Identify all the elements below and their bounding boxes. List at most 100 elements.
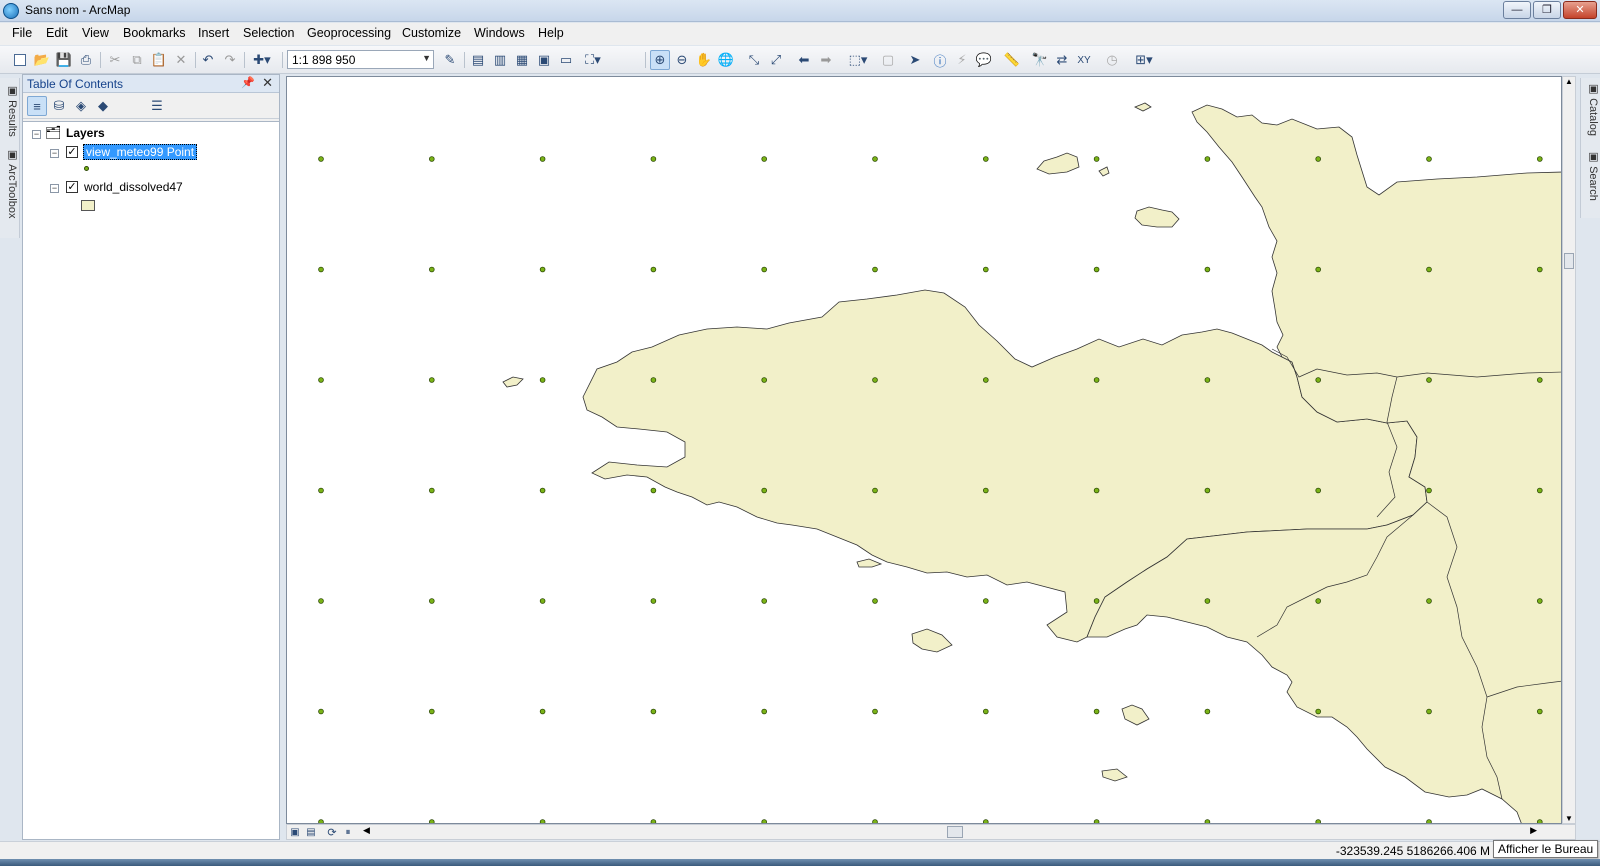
meteo-point[interactable] bbox=[539, 708, 546, 715]
map-vertical-scrollbar[interactable]: ▲ ▼ bbox=[1562, 76, 1576, 824]
meteo-point[interactable] bbox=[982, 708, 989, 715]
scroll-thumb[interactable] bbox=[1564, 253, 1574, 269]
meteo-point[interactable] bbox=[650, 266, 657, 273]
meteo-point[interactable] bbox=[429, 487, 435, 494]
meteo-point[interactable] bbox=[1426, 487, 1432, 494]
meteo-point[interactable] bbox=[1204, 377, 1211, 383]
model-builder-icon[interactable]: ⛶▾ bbox=[580, 50, 606, 70]
go-to-xy-icon[interactable]: XY bbox=[1074, 50, 1094, 70]
catalog-dock-tab[interactable]: ▣ Catalog bbox=[1582, 82, 1600, 136]
list-by-drawing-order-icon[interactable]: ≡ bbox=[27, 96, 47, 116]
meteo-point[interactable] bbox=[539, 156, 546, 162]
identify-icon[interactable]: ⓘ bbox=[930, 50, 950, 70]
layer-visibility-checkbox[interactable]: ✓ bbox=[66, 181, 78, 193]
pause-drawing-icon[interactable]: ⏸ bbox=[341, 825, 355, 839]
meteo-point[interactable] bbox=[1426, 598, 1432, 604]
collapse-layer-icon[interactable]: − bbox=[50, 149, 59, 158]
zoom-in-icon[interactable]: ⊕ bbox=[650, 50, 670, 70]
menu-windows[interactable]: Windows bbox=[474, 26, 525, 40]
horizontal-scroll-thumb[interactable] bbox=[947, 826, 963, 838]
pin-icon[interactable]: 📌 bbox=[241, 76, 255, 89]
arctoolbox-dock-tab[interactable]: ▣ ArcToolbox bbox=[1, 148, 19, 218]
measure-icon[interactable]: 📏 bbox=[1002, 50, 1022, 70]
meteo-point[interactable] bbox=[1204, 156, 1211, 162]
layer-name-view-meteo99[interactable]: view_meteo99 Point bbox=[83, 144, 198, 160]
meteo-point[interactable] bbox=[761, 266, 768, 273]
toc-options-icon[interactable]: ☰ bbox=[147, 96, 167, 116]
pan-icon[interactable]: ✋ bbox=[694, 50, 714, 70]
print-icon[interactable]: ⎙ bbox=[76, 50, 96, 70]
menu-insert[interactable]: Insert bbox=[198, 26, 229, 40]
polygon-symbol-icon[interactable] bbox=[81, 200, 95, 211]
meteo-point[interactable] bbox=[761, 598, 768, 604]
meteo-point[interactable] bbox=[872, 266, 878, 273]
meteo-point[interactable] bbox=[1537, 377, 1543, 383]
meteo-point[interactable] bbox=[1537, 266, 1543, 273]
meteo-point[interactable] bbox=[1093, 156, 1100, 162]
meteo-point[interactable] bbox=[318, 487, 324, 494]
collapse-layers-icon[interactable]: − bbox=[32, 130, 41, 139]
meteo-point[interactable] bbox=[429, 708, 435, 715]
scroll-left-icon[interactable]: ◀ bbox=[363, 825, 370, 836]
menu-bookmarks[interactable]: Bookmarks bbox=[123, 26, 186, 40]
full-extent-icon[interactable]: 🌐 bbox=[716, 50, 736, 70]
meteo-point[interactable] bbox=[318, 156, 324, 162]
copy-icon[interactable]: ⧉ bbox=[127, 50, 147, 70]
meteo-point[interactable] bbox=[1204, 487, 1211, 494]
menu-help[interactable]: Help bbox=[538, 26, 564, 40]
meteo-point[interactable] bbox=[1204, 598, 1211, 604]
meteo-point[interactable] bbox=[982, 266, 989, 273]
scroll-down-icon[interactable]: ▼ bbox=[1565, 814, 1573, 823]
meteo-point[interactable] bbox=[872, 708, 878, 715]
meteo-point[interactable] bbox=[539, 487, 546, 494]
meteo-point[interactable] bbox=[650, 708, 657, 715]
meteo-point[interactable] bbox=[1537, 156, 1543, 162]
meteo-point[interactable] bbox=[650, 377, 657, 383]
meteo-point[interactable] bbox=[1426, 266, 1432, 273]
menu-selection[interactable]: Selection bbox=[243, 26, 294, 40]
meteo-point[interactable] bbox=[1315, 156, 1321, 162]
map-scale-combo[interactable]: 1:1 898 950 ▼ bbox=[287, 50, 434, 69]
meteo-point[interactable] bbox=[1204, 708, 1211, 715]
meteo-point[interactable] bbox=[539, 377, 546, 383]
select-features-icon[interactable]: ⬚▾ bbox=[844, 50, 872, 70]
back-extent-icon[interactable]: ⬅ bbox=[794, 50, 814, 70]
menu-customize[interactable]: Customize bbox=[402, 26, 461, 40]
meteo-point[interactable] bbox=[650, 156, 657, 162]
map-view[interactable] bbox=[286, 76, 1562, 824]
scroll-right-icon[interactable]: ▶ bbox=[1530, 825, 1537, 836]
point-symbol-icon[interactable] bbox=[84, 166, 89, 171]
menu-file[interactable]: File bbox=[12, 26, 32, 40]
close-icon[interactable]: ✕ bbox=[262, 75, 273, 91]
meteo-point[interactable] bbox=[429, 266, 435, 273]
meteo-point[interactable] bbox=[318, 266, 324, 273]
close-button[interactable]: ✕ bbox=[1563, 1, 1597, 19]
layers-group-label[interactable]: Layers bbox=[66, 126, 105, 140]
data-view-icon[interactable]: ▣ bbox=[288, 825, 302, 839]
menu-geoprocessing[interactable]: Geoprocessing bbox=[307, 26, 391, 40]
meteo-point[interactable] bbox=[1093, 377, 1100, 383]
meteo-point[interactable] bbox=[650, 487, 657, 494]
meteo-point[interactable] bbox=[1093, 708, 1100, 715]
html-popup-icon[interactable]: 💬 bbox=[974, 50, 994, 70]
meteo-point[interactable] bbox=[982, 487, 989, 494]
list-by-visibility-icon[interactable]: ◈ bbox=[71, 96, 91, 116]
new-document-icon[interactable] bbox=[10, 50, 30, 70]
menu-view[interactable]: View bbox=[82, 26, 109, 40]
restore-button[interactable]: ❐ bbox=[1533, 1, 1561, 19]
meteo-point[interactable] bbox=[1426, 377, 1432, 383]
meteo-point[interactable] bbox=[872, 598, 878, 604]
zoom-out-icon[interactable]: ⊖ bbox=[672, 50, 692, 70]
clear-selection-icon[interactable]: ▢ bbox=[878, 50, 898, 70]
meteo-point[interactable] bbox=[429, 377, 435, 383]
python-window-icon[interactable]: ▭ bbox=[556, 50, 576, 70]
meteo-point[interactable] bbox=[539, 598, 546, 604]
meteo-point[interactable] bbox=[1315, 708, 1321, 715]
time-slider-icon[interactable]: ◷ bbox=[1102, 50, 1122, 70]
create-viewer-window-icon[interactable]: ⊞▾ bbox=[1130, 50, 1158, 70]
layer-name-world-dissolved47[interactable]: world_dissolved47 bbox=[84, 180, 183, 194]
meteo-point[interactable] bbox=[1537, 598, 1543, 604]
chevron-down-icon[interactable]: ▼ bbox=[422, 53, 431, 63]
undo-icon[interactable]: ↶ bbox=[198, 50, 218, 70]
paste-icon[interactable]: 📋 bbox=[149, 50, 169, 70]
